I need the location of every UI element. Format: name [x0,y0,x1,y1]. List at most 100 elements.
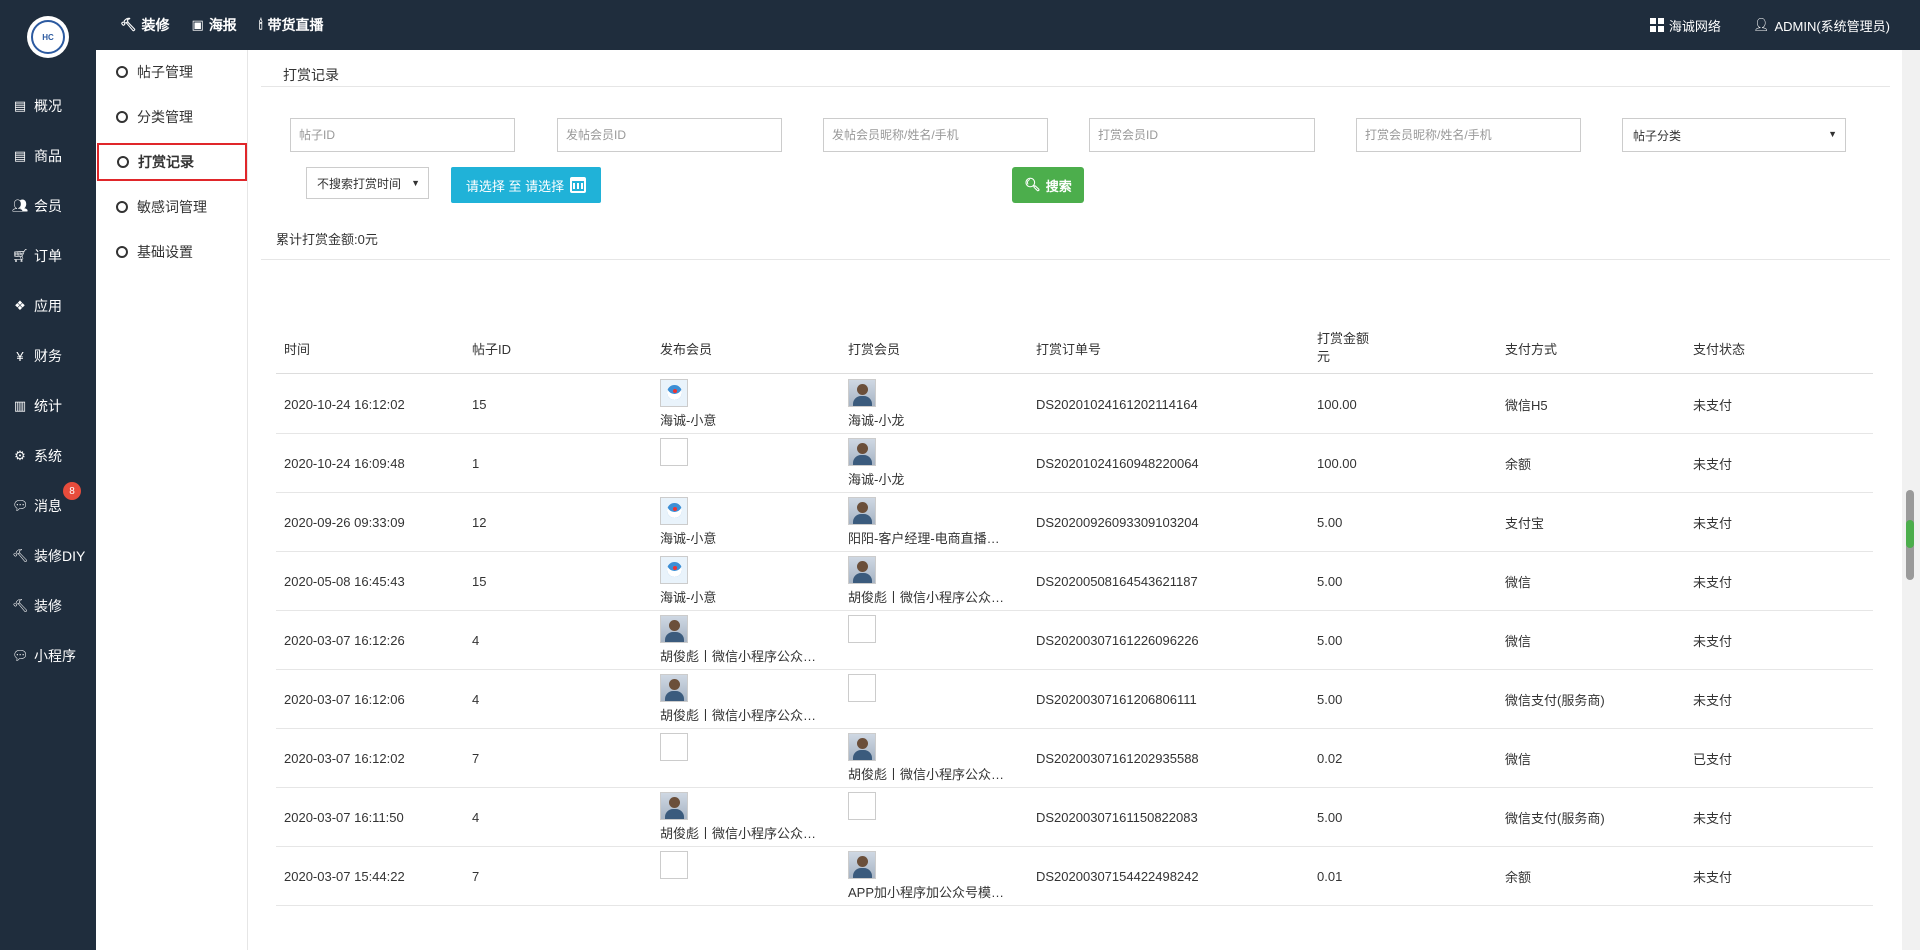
header-poster: 发布会员 [660,341,713,357]
grid-icon [1649,18,1664,32]
cell-tipper [840,674,1020,705]
cell-amount: 5.00 [1317,809,1343,825]
subnav-item-categories[interactable]: 分类管理 [96,98,248,136]
avatar[interactable] [848,733,876,761]
cell-order-no: DS20200307161206806111 [1036,691,1197,707]
goods-icon: ▤ [13,148,27,163]
date-range-label: 请选择 至 请选择 [465,178,565,194]
table-row: 2020-03-07 15:44:22 7 DS202003071544224982… [276,847,1873,906]
subnav-item-label: 敏感词管理 [137,199,207,215]
member-name: 胡俊彪丨微信小程序公众… [848,590,1005,605]
time-filter-value: 不搜索打赏时间 [317,176,402,191]
cart-icon: 🛒︎ [12,248,29,263]
sidebar-item-finance[interactable]: ¥ 财务 [0,338,96,374]
cell-pay-method: 微信 [1505,751,1532,767]
member-name: 胡俊彪丨微信小程序公众… [848,767,1005,782]
cell-pay-status: 未支付 [1693,692,1733,708]
sidebar-item-messages[interactable]: 💬︎ 消息 8 [0,482,96,524]
cell-pay-method: 余额 [1505,456,1532,472]
table-row: 2020-10-24 16:12:02 15 DS20201024161202114… [276,375,1873,434]
sidebar-item-stats[interactable]: ▥ 统计 [0,388,96,424]
sidebar-item-overview[interactable]: ▤ 概况 [0,88,96,124]
category-select-value: 帖子分类 [1633,128,1682,143]
cell-amount: 5.00 [1317,691,1343,707]
cell-time: 2020-10-24 16:09:48 [284,455,405,471]
table-row: 2020-10-24 16:09:48 1 DS202010241609482200… [276,434,1873,493]
cell-post-id: 7 [472,750,480,766]
avatar[interactable] [848,792,876,820]
avatar[interactable] [848,615,876,643]
post-id-input[interactable] [290,118,515,152]
top-nav-poster[interactable]: ▣ 海报 [192,15,237,35]
avatar[interactable] [848,438,876,466]
sidebar-item-members[interactable]: 👥︎ 会员 [0,188,96,224]
poster-name-input[interactable] [823,118,1048,152]
cell-time: 2020-10-24 16:12:02 [284,396,405,412]
tipper-id-input[interactable] [1089,118,1315,152]
sidebar-item-label: 订单 [34,248,62,264]
avatar[interactable] [848,851,876,879]
table-row: 2020-09-26 09:33:09 12 DS20200926093309103… [276,493,1873,552]
dashboard-icon: ▤ [13,98,27,113]
cell-pay-status: 未支付 [1693,397,1733,413]
circle-icon [116,246,128,258]
hammer-icon: 🔨︎ [120,17,137,32]
subnav-item-posts[interactable]: 帖子管理 [96,53,248,91]
search-button[interactable]: 🔍︎ 搜索 [1012,167,1084,203]
avatar[interactable] [848,674,876,702]
message-count-badge: 8 [63,482,81,500]
category-select[interactable]: 帖子分类 ▼ [1622,118,1846,152]
sidebar-item-orders[interactable]: 🛒︎ 订单 [0,238,96,274]
avatar[interactable] [660,851,688,879]
avatar[interactable] [660,674,688,702]
cell-pay-method: 微信 [1505,633,1532,649]
sidebar-item-label: 财务 [34,348,62,364]
cell-time: 2020-03-07 16:11:50 [284,809,404,825]
shop-link[interactable]: 海诚网络 [1649,16,1721,35]
image-icon: ▣ [191,17,204,32]
logo[interactable]: HC [27,16,69,58]
poster-id-input[interactable] [557,118,782,152]
top-nav-live[interactable]: 🕯︎ 带货直播 [259,15,324,35]
avatar[interactable] [660,615,688,643]
member-name: 胡俊彪丨微信小程序公众… [660,708,817,723]
date-range-button[interactable]: 请选择 至 请选择 [451,167,601,203]
cell-order-no: DS20201024160948220064 [1036,455,1199,471]
header-order-no: 打赏订单号 [1036,341,1102,357]
sidebar-item-apps[interactable]: ❖ 应用 [0,288,96,324]
header-pay-method: 支付方式 [1505,341,1558,357]
cell-amount: 5.00 [1317,573,1343,589]
user-menu[interactable]: 👤︎ ADMIN(系统管理员) [1753,16,1890,35]
sidebar-item-goods[interactable]: ▤ 商品 [0,138,96,174]
sidebar-item-decorate-diy[interactable]: 🔨︎ 装修DIY [0,538,96,574]
member-name: 海诚-小龙 [848,472,905,487]
cell-time: 2020-05-08 16:45:43 [284,573,405,589]
page-scrollbar[interactable] [1902,50,1920,950]
avatar[interactable] [660,379,688,407]
subnav-item-settings[interactable]: 基础设置 [96,233,248,271]
subnav-item-tip-records[interactable]: 打赏记录 [97,143,247,181]
avatar[interactable] [660,556,688,584]
avatar[interactable] [660,733,688,761]
avatar[interactable] [660,792,688,820]
subnav-item-sensitive-words[interactable]: 敏感词管理 [96,188,248,226]
sidebar-item-label: 装修 [34,598,62,614]
yen-icon: ¥ [16,348,24,364]
cell-pay-status: 未支付 [1693,574,1733,590]
shop-label: 海诚网络 [1668,18,1721,34]
sidebar-item-system[interactable]: ⚙ 系统 [0,438,96,474]
member-name: 胡俊彪丨微信小程序公众… [660,826,817,841]
hammer-icon: 🔨︎ [12,598,29,613]
avatar[interactable] [660,438,688,466]
cell-order-no: DS20200307154422498242 [1036,868,1199,884]
avatar[interactable] [848,497,876,525]
sidebar-item-decorate[interactable]: 🔨︎ 装修 [0,588,96,624]
sidebar-item-miniprogram[interactable]: 💬︎ 小程序 [0,638,96,674]
top-nav-decorate[interactable]: 🔨︎ 装修 [120,15,170,35]
avatar[interactable] [848,379,876,407]
avatar[interactable] [660,497,688,525]
time-filter-select[interactable]: 不搜索打赏时间 ▼ [306,167,429,199]
avatar[interactable] [848,556,876,584]
tipper-name-input[interactable] [1356,118,1581,152]
cell-pay-status: 未支付 [1693,515,1733,531]
